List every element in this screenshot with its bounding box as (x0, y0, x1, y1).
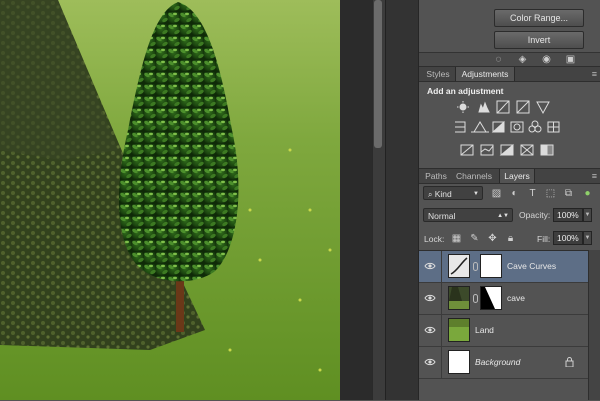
layer-name: Land (475, 325, 494, 335)
canvas-scroll-thumb[interactable] (374, 0, 382, 148)
invert-button[interactable]: Invert (494, 31, 584, 49)
layer-mask-thumbnail[interactable] (480, 286, 502, 310)
layer-name: cave (507, 293, 525, 303)
opacity-dropdown[interactable]: ▼ (583, 208, 592, 222)
tab-paths[interactable]: Paths (421, 169, 451, 183)
document-canvas[interactable] (0, 0, 372, 400)
vibrance-icon[interactable] (536, 101, 550, 115)
opacity-label: Opacity: (519, 210, 551, 220)
layer-filter-select[interactable]: ⌕ Kind ▼ (423, 186, 483, 200)
color-range-button[interactable]: Color Range... (494, 9, 584, 27)
fill-field[interactable]: 100% (553, 231, 583, 245)
curves-icon[interactable] (496, 100, 510, 114)
load-selection-icon[interactable]: ◌ (493, 54, 504, 65)
threshold-icon[interactable] (499, 143, 514, 156)
filter-toggle-icon[interactable]: ● (582, 188, 593, 199)
visibility-toggle[interactable] (419, 315, 442, 346)
eye-icon (424, 358, 436, 366)
panel-dock-gutter (385, 0, 419, 400)
visibility-toggle[interactable] (419, 251, 442, 282)
layer-filter-label: Kind (434, 189, 452, 199)
delete-mask-icon[interactable]: ▣ (565, 54, 576, 65)
layer-row-cave-curves[interactable]: Cave Curves (419, 251, 589, 283)
lock-icon (565, 357, 574, 367)
pixel-filter-icon[interactable]: ▨ (491, 188, 502, 199)
tab-adjustments[interactable]: Adjustments (455, 67, 515, 81)
mask-footer-bar: ◌ ◈ ◉ ▣ (419, 52, 600, 66)
color-balance-icon[interactable] (471, 121, 489, 133)
eye-icon (424, 262, 436, 270)
adjustments-tabbar: Styles Adjustments ≡ (419, 66, 600, 82)
lock-image-icon[interactable]: ✎ (469, 233, 480, 244)
eye-icon (424, 294, 436, 302)
lock-label: Lock: (424, 234, 445, 244)
color-lookup-icon[interactable] (547, 121, 560, 133)
blend-mode-select[interactable]: Normal ▲▼ (423, 208, 513, 222)
adjustment-filter-icon[interactable]: ◐ (509, 188, 520, 199)
exposure-icon[interactable] (516, 100, 530, 114)
lock-all-icon[interactable]: 🔒︎ (505, 233, 516, 244)
chevron-down-icon: ▼ (473, 191, 479, 197)
black-white-icon[interactable] (491, 120, 505, 133)
background-layer-thumbnail[interactable] (448, 350, 470, 374)
land-thumbnail-image (449, 319, 469, 341)
cave-layer-thumbnail[interactable] (448, 286, 470, 310)
smart-object-filter-icon[interactable]: ⧉ (563, 188, 574, 199)
layers-list: Cave Curves cave Land Background (419, 250, 589, 401)
layer-mask-thumbnail[interactable] (480, 254, 502, 278)
link-icon[interactable] (473, 262, 478, 271)
layers-panel-menu-icon[interactable]: ≡ (592, 171, 597, 181)
tab-styles[interactable]: Styles (421, 67, 455, 81)
canvas-image (0, 0, 372, 400)
cave-thumbnail-image (449, 287, 469, 309)
fill-dropdown[interactable]: ▼ (583, 231, 592, 245)
chevron-down-icon: ▲▼ (497, 213, 509, 219)
land-layer-thumbnail[interactable] (448, 318, 470, 342)
lock-transparent-icon[interactable]: ▦ (451, 233, 462, 244)
photo-filter-icon[interactable] (510, 121, 524, 133)
selective-color-icon[interactable] (520, 144, 534, 156)
brightness-contrast-icon[interactable] (457, 101, 469, 113)
layers-tabbar: Paths Channels Layers ≡ (419, 168, 600, 184)
right-panel-dock: Color Range... Invert ◌ ◈ ◉ ▣ Styles Adj… (418, 0, 600, 400)
curves-adjustment-thumbnail[interactable] (448, 254, 470, 278)
curves-icon (449, 255, 469, 277)
eye-icon (424, 326, 436, 334)
opacity-field[interactable]: 100% (553, 208, 583, 222)
gradient-map-icon[interactable] (540, 144, 554, 156)
layer-name: Background (475, 357, 521, 367)
hue-saturation-icon[interactable] (455, 121, 466, 133)
invert-icon[interactable] (460, 144, 474, 156)
fill-label: Fill: (537, 234, 551, 244)
visibility-toggle[interactable] (419, 283, 442, 314)
type-filter-icon[interactable]: T (527, 188, 538, 199)
layer-row-background[interactable]: Background (419, 347, 589, 379)
lock-position-icon[interactable]: ✥ (487, 233, 498, 244)
search-icon: ⌕ (428, 190, 435, 199)
mask-shape (485, 287, 501, 309)
levels-icon[interactable] (478, 101, 490, 113)
channel-mixer-icon[interactable] (528, 120, 542, 133)
blend-mode-value: Normal (428, 211, 456, 221)
apply-mask-icon[interactable]: ◈ (517, 54, 528, 65)
visibility-icon[interactable]: ◉ (541, 54, 552, 65)
tab-layers[interactable]: Layers (499, 169, 535, 183)
shape-filter-icon[interactable]: ⬚ (545, 188, 556, 199)
pasteboard (340, 0, 372, 400)
layer-row-cave[interactable]: cave (419, 283, 589, 315)
tab-channels[interactable]: Channels (453, 169, 495, 183)
link-icon[interactable] (473, 294, 478, 303)
posterize-icon[interactable] (480, 144, 494, 156)
visibility-toggle[interactable] (419, 347, 442, 378)
adjustments-heading: Add an adjustment (427, 86, 504, 96)
adjustment-icons-grid (455, 100, 560, 156)
layer-row-land[interactable]: Land (419, 315, 589, 347)
layer-name: Cave Curves (507, 261, 557, 271)
panel-menu-icon[interactable]: ≡ (592, 69, 597, 79)
layers-scrollbar[interactable] (588, 250, 600, 400)
